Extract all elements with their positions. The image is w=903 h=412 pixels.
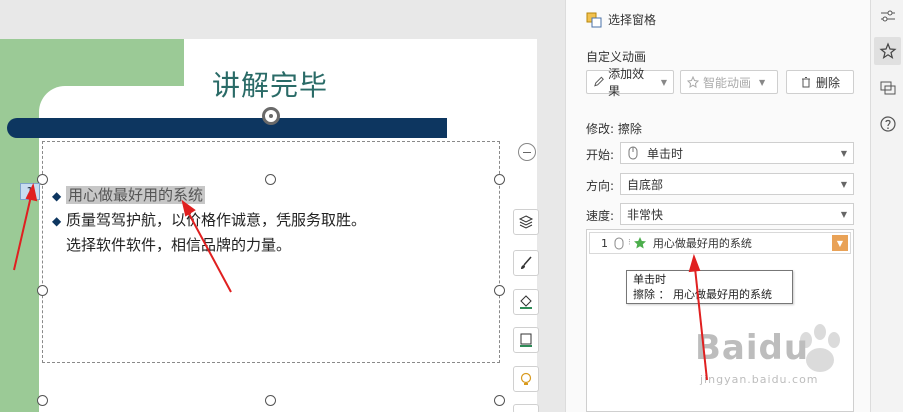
collapse-tools-icon[interactable] bbox=[518, 143, 536, 161]
star-animation-icon bbox=[878, 42, 897, 59]
trash-icon bbox=[801, 77, 810, 88]
bullet-line-2[interactable]: ◆ 质量驾驾护航，以价格作诚意，凭服务取胜。 bbox=[52, 209, 366, 230]
help-icon bbox=[879, 116, 896, 132]
border-tool-button[interactable] bbox=[513, 327, 539, 353]
animation-list-item[interactable]: 1 ⁝ 用心做最好用的系统 ▼ bbox=[589, 232, 851, 254]
chevron-down-icon: ▼ bbox=[840, 209, 847, 219]
paint-bucket-icon bbox=[520, 295, 532, 309]
rotate-handle[interactable] bbox=[262, 107, 280, 125]
tooltip-line-1: 单击时 bbox=[633, 273, 666, 286]
speed-select[interactable]: 非常快 ▼ bbox=[620, 203, 854, 225]
animation-order-badge[interactable]: 1 bbox=[20, 183, 40, 200]
star-effect-icon bbox=[633, 237, 646, 249]
speed-value: 非常快 bbox=[627, 207, 664, 222]
brush-tool-button[interactable] bbox=[513, 250, 539, 276]
add-effect-button[interactable]: 添加效果 ▼ bbox=[586, 67, 674, 98]
fill-tool-button[interactable] bbox=[513, 289, 539, 315]
resize-handle-bottom-center[interactable] bbox=[265, 395, 276, 406]
resize-handle-middle-left[interactable] bbox=[37, 285, 48, 296]
resize-handle-bottom-left[interactable] bbox=[37, 395, 48, 406]
bullet-text: 质量驾驾护航，以价格作诚意，凭服务取胜。 bbox=[66, 211, 367, 229]
delete-label: 删除 bbox=[815, 75, 840, 90]
animation-item-number: 1 bbox=[601, 236, 608, 250]
resize-handle-bottom-right[interactable] bbox=[494, 395, 505, 406]
add-effect-label: 添加效果 bbox=[608, 67, 645, 98]
bullet-diamond-icon: ◆ bbox=[52, 214, 62, 228]
watermark-brand: Baidu bbox=[695, 328, 810, 368]
modify-heading: 修改: 擦除 bbox=[586, 122, 642, 136]
bullet-text: 用心做最好用的系统 bbox=[66, 186, 206, 204]
title-underline-bar bbox=[7, 118, 447, 138]
trigger-marker-icon: ⁝ bbox=[628, 238, 631, 248]
chevron-down-icon: ▼ bbox=[759, 77, 766, 87]
idea-tool-button[interactable] bbox=[513, 366, 539, 392]
resize-handle-top-center[interactable] bbox=[265, 174, 276, 185]
mouse-click-icon bbox=[614, 237, 624, 249]
chevron-down-icon: ▼ bbox=[840, 148, 847, 158]
tooltip-line-2: 擦除 ： 用心做最好用的系统 bbox=[633, 288, 772, 301]
slide-canvas[interactable]: 讲解完毕 1 ◆ 用心做最好用的系统 ◆ 质量驾驾护航，以价格作诚意，凭服务取胜。 … bbox=[0, 0, 565, 412]
resize-handle-top-right[interactable] bbox=[494, 174, 505, 185]
layers-icon bbox=[518, 215, 534, 229]
lightbulb-icon bbox=[520, 372, 532, 385]
selection-pane-icon bbox=[586, 12, 602, 27]
help-rail-button[interactable] bbox=[874, 110, 901, 138]
animation-item-text: 用心做最好用的系统 bbox=[652, 237, 752, 250]
pencil-icon bbox=[594, 76, 604, 87]
chevron-down-icon: ▼ bbox=[660, 77, 667, 87]
star-outline-icon bbox=[687, 76, 699, 88]
selection-pane-label: 选择窗格 bbox=[608, 13, 657, 27]
bullet-text: 选择软件软件，相信品牌的力量。 bbox=[66, 236, 292, 254]
direction-label: 方向: bbox=[586, 179, 615, 193]
speed-label: 速度: bbox=[586, 209, 615, 223]
layers-tool-button[interactable] bbox=[513, 209, 539, 235]
start-select[interactable]: 单击时 ▼ bbox=[620, 142, 854, 164]
chevron-down-icon: ▼ bbox=[840, 179, 847, 189]
transition-icon bbox=[880, 81, 895, 95]
start-value: 单击时 bbox=[647, 146, 684, 161]
resize-handle-middle-right[interactable] bbox=[494, 285, 505, 296]
direction-select[interactable]: 自底部 ▼ bbox=[620, 173, 854, 195]
more-tool-button[interactable] bbox=[513, 404, 539, 412]
watermark-url: jingyan.baidu.com bbox=[700, 373, 819, 386]
custom-animation-heading: 自定义动画 bbox=[586, 50, 647, 64]
bullet-line-3[interactable]: 选择软件软件，相信品牌的力量。 bbox=[66, 234, 291, 255]
delete-button[interactable]: 删除 bbox=[786, 70, 854, 94]
smart-animation-button[interactable]: 智能动画 ▼ bbox=[680, 70, 778, 94]
right-icon-rail bbox=[870, 0, 903, 412]
properties-rail-button[interactable] bbox=[874, 2, 901, 30]
item-dropdown-icon[interactable]: ▼ bbox=[832, 235, 848, 251]
animation-rail-button[interactable] bbox=[874, 37, 901, 65]
animation-tooltip: 单击时 擦除 ： 用心做最好用的系统 bbox=[626, 270, 793, 304]
selection-pane-link[interactable]: 选择窗格 bbox=[586, 11, 656, 28]
border-frame-icon bbox=[520, 333, 532, 347]
slide-title[interactable]: 讲解完毕 bbox=[40, 64, 500, 104]
direction-value: 自底部 bbox=[627, 177, 664, 192]
sliders-icon bbox=[880, 10, 895, 22]
smart-animation-label: 智能动画 bbox=[703, 75, 752, 90]
brush-icon bbox=[521, 256, 532, 269]
bullet-line-1[interactable]: ◆ 用心做最好用的系统 bbox=[52, 184, 206, 205]
transition-rail-button[interactable] bbox=[874, 74, 901, 102]
bullet-diamond-icon: ◆ bbox=[52, 189, 62, 203]
mouse-click-icon bbox=[628, 146, 638, 160]
start-label: 开始: bbox=[586, 148, 615, 162]
